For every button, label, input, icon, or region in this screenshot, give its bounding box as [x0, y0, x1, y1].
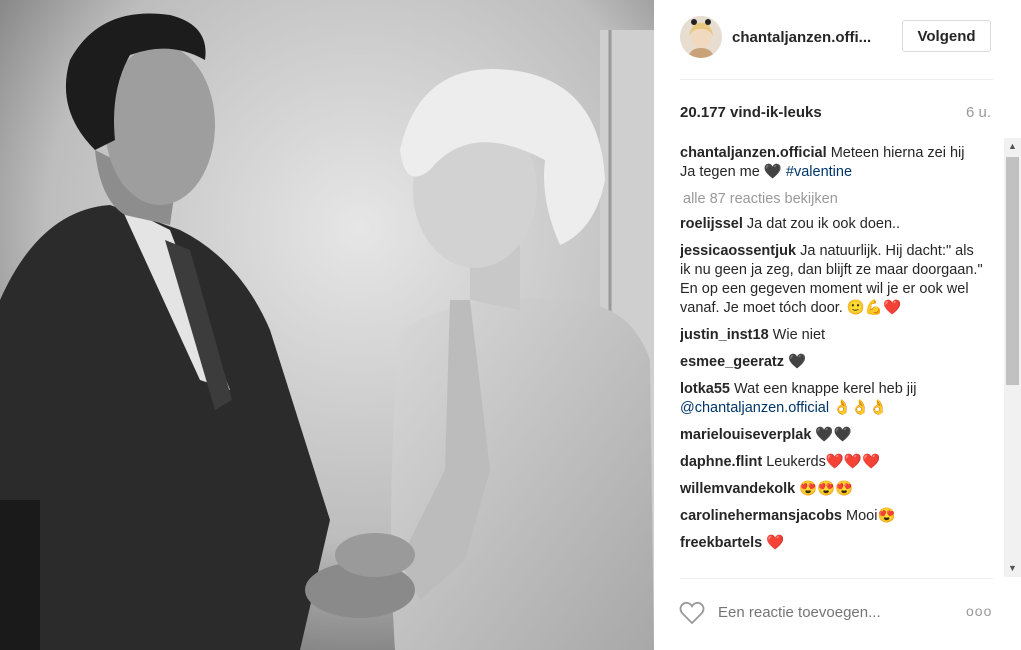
comment-username[interactable]: freekbartels: [680, 535, 762, 551]
wedding-photo-illustration: [0, 0, 654, 650]
avatar[interactable]: [680, 16, 722, 58]
likes-count[interactable]: 20.177 vind-ik-leuks: [680, 104, 822, 121]
comment-username[interactable]: carolinehermansjacobs: [680, 508, 842, 524]
scroll-up-arrow-icon[interactable]: ▲: [1004, 138, 1021, 155]
comment-text: Wat een knappe kerel heb jij: [734, 381, 917, 397]
add-comment-input[interactable]: [718, 604, 908, 621]
follow-button[interactable]: Volgend: [902, 20, 991, 52]
comments-scrollbar[interactable]: ▲ ▼: [1004, 138, 1021, 577]
comment-text: Leukerds❤️❤️❤️: [766, 454, 881, 470]
comment-item: marielouiseverplak 🖤🖤: [680, 426, 983, 445]
comment-text: 🖤🖤: [815, 427, 852, 443]
heart-outline-icon: [679, 601, 705, 625]
comment-item: justin_inst18 Wie niet: [680, 326, 983, 345]
comment-username[interactable]: lotka55: [680, 381, 730, 397]
comment-username[interactable]: esmee_geeratz: [680, 354, 784, 370]
comment-item: carolinehermansjacobs Mooi😍: [680, 507, 983, 526]
comment-item: jessicaossentjuk Ja natuurlijk. Hij dach…: [680, 242, 983, 318]
comment-text-suffix: 👌👌👌: [829, 400, 888, 416]
like-button[interactable]: [679, 601, 705, 625]
load-more-comments-link[interactable]: alle 87 reacties bekijken: [683, 190, 983, 209]
comment-username[interactable]: willemvandekolk: [680, 481, 795, 497]
header-divider: [680, 79, 993, 80]
post-username[interactable]: chantaljanzen.offi...: [732, 29, 871, 46]
caption: chantaljanzen.official Meteen hierna zei…: [680, 144, 983, 182]
avatar-image: [680, 16, 722, 58]
scrollbar-thumb[interactable]: [1006, 157, 1019, 385]
more-options-icon[interactable]: ooo: [966, 603, 992, 619]
comment-text: ❤️: [766, 535, 785, 551]
comment-item: willemvandekolk 😍😍😍: [680, 480, 983, 499]
comment-text: Wie niet: [772, 327, 826, 343]
comment-username[interactable]: roelijssel: [680, 216, 743, 232]
scroll-down-arrow-icon[interactable]: ▼: [1004, 560, 1021, 577]
caption-hashtag[interactable]: #valentine: [786, 164, 852, 180]
comment-item: daphne.flint Leukerds❤️❤️❤️: [680, 453, 983, 472]
comment-text: 😍😍😍: [799, 481, 854, 497]
post-photo[interactable]: [0, 0, 654, 650]
comment-text: 🖤: [788, 354, 807, 370]
comment-username[interactable]: marielouiseverplak: [680, 427, 811, 443]
comment-username[interactable]: jessicaossentjuk: [680, 243, 796, 259]
comment-item: lotka55 Wat een knappe kerel heb jij @ch…: [680, 380, 983, 418]
comment-item: roelijssel Ja dat zou ik ook doen..: [680, 215, 983, 234]
comment-text: Mooi😍: [846, 508, 896, 524]
comment-username[interactable]: justin_inst18: [680, 327, 769, 343]
comment-username[interactable]: daphne.flint: [680, 454, 762, 470]
comment-item: freekbartels ❤️: [680, 534, 983, 553]
post-header: chantaljanzen.offi... Volgend: [680, 16, 993, 60]
post-side-panel: chantaljanzen.offi... Volgend 20.177 vin…: [654, 0, 1021, 650]
comment-text: Ja dat zou ik ook doen..: [746, 216, 901, 232]
comment-mention[interactable]: @chantaljanzen.official: [680, 400, 829, 416]
comment-item: esmee_geeratz 🖤: [680, 353, 983, 372]
post-time[interactable]: 6 u.: [966, 104, 991, 121]
comments-list: chantaljanzen.official Meteen hierna zei…: [680, 144, 983, 576]
caption-username[interactable]: chantaljanzen.official: [680, 145, 827, 161]
footer-divider: [680, 578, 993, 579]
